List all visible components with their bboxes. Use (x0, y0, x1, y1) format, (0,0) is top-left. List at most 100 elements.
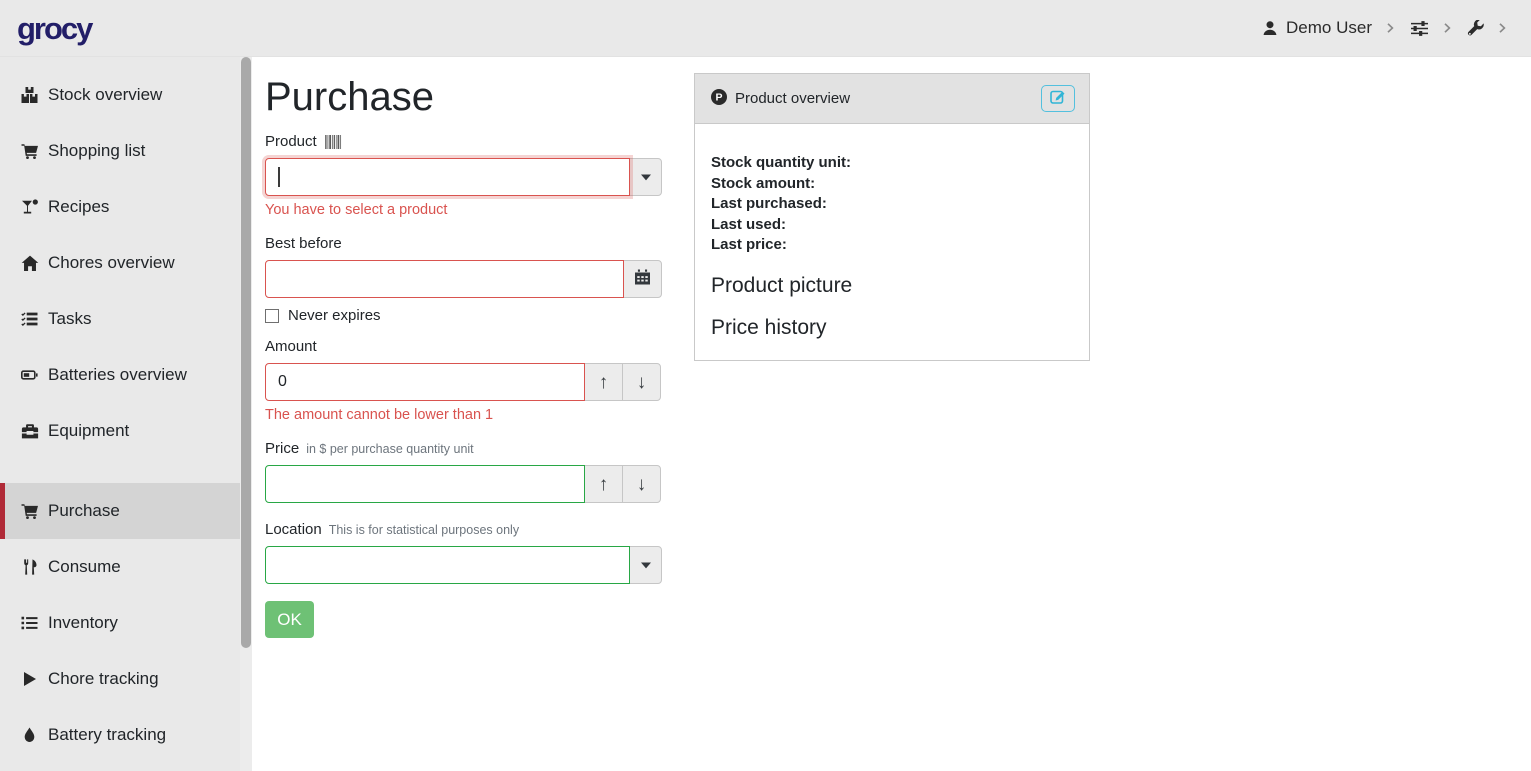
product-dropdown-button[interactable] (629, 158, 662, 196)
sliders-icon (1410, 20, 1429, 37)
admin-menu[interactable] (1467, 20, 1484, 37)
user-menu[interactable]: Demo User (1262, 18, 1372, 38)
sidebar-item-chores-overview[interactable]: Chores overview (0, 235, 252, 291)
caret-down-icon (641, 556, 651, 574)
edit-icon (1050, 88, 1066, 109)
overview-field: Last used: (711, 215, 1073, 236)
main-content: Purchase Product You (252, 57, 1531, 771)
utensils-icon (20, 559, 39, 576)
chevron-right-icon (1497, 21, 1509, 35)
amount-label: Amount (265, 338, 317, 355)
sidebar-item-inventory[interactable]: Inventory (0, 595, 252, 651)
arrow-up-icon: ↑ (599, 475, 609, 494)
overview-section-title: Product picture (711, 274, 1073, 298)
best-before-group: Best before Never expires (265, 235, 663, 324)
app-logo[interactable]: grocy (17, 13, 91, 44)
overview-field: Last purchased: (711, 194, 1073, 215)
price-group: Price in $ per purchase quantity unit ↑ … (265, 440, 663, 503)
list-icon (20, 615, 39, 632)
top-bar-right: Demo User (1262, 18, 1509, 38)
product-overview-card: P Product overview Stock quantity unit:S… (694, 73, 1090, 361)
sidebar-item-label: Battery tracking (48, 725, 166, 745)
best-before-input[interactable] (265, 260, 624, 298)
sidebar-item-battery-tracking[interactable]: Battery tracking (0, 707, 252, 763)
sidebar-item-stock-overview[interactable]: Stock overview (0, 67, 252, 123)
amount-error: The amount cannot be lower than 1 (265, 407, 663, 423)
price-label: Price (265, 440, 299, 457)
never-expires-label: Never expires (288, 307, 381, 324)
amount-decrement-button[interactable]: ↓ (622, 363, 661, 401)
ok-button[interactable]: OK (265, 601, 314, 638)
calendar-icon (635, 269, 650, 290)
sidebar-scrollbar-thumb[interactable] (241, 57, 251, 648)
user-icon (1262, 20, 1278, 36)
calendar-button[interactable] (623, 260, 662, 298)
sidebar-item-label: Batteries overview (48, 365, 187, 385)
top-bar: grocy Demo User (0, 0, 1531, 57)
arrow-down-icon: ↓ (637, 475, 647, 494)
never-expires-checkbox[interactable] (265, 309, 279, 323)
droplet-icon (20, 727, 39, 744)
sidebar-item-consume[interactable]: Consume (0, 539, 252, 595)
play-icon (20, 671, 39, 688)
sidebar-item-recipes[interactable]: Recipes (0, 179, 252, 235)
arrow-up-icon: ↑ (599, 373, 609, 392)
sidebar-item-label: Stock overview (48, 85, 162, 105)
amount-input[interactable] (265, 363, 585, 401)
settings-menu[interactable] (1410, 20, 1429, 37)
overview-field: Stock quantity unit: (711, 153, 1073, 174)
battery-icon (20, 367, 39, 384)
sidebar: Stock overview Shopping list RecipesChores… (0, 57, 252, 771)
sidebar-item-tasks[interactable]: Tasks (0, 291, 252, 347)
tasks-icon (20, 311, 39, 328)
product-group: Product You have to select a product (265, 133, 663, 218)
sidebar-item-label: Inventory (48, 613, 118, 633)
sidebar-scrollbar-track[interactable] (240, 57, 252, 771)
location-label: Location (265, 521, 322, 538)
cocktail-icon (20, 199, 39, 216)
sidebar-item-label: Purchase (48, 501, 120, 521)
product-overview-title: Product overview (735, 90, 850, 107)
toolbox-icon (20, 423, 39, 440)
product-overview-header: P Product overview (695, 74, 1089, 124)
overview-field: Stock amount: (711, 174, 1073, 195)
sidebar-item-label: Tasks (48, 309, 91, 329)
edit-product-button[interactable] (1041, 85, 1075, 112)
wrench-icon (1467, 20, 1484, 37)
price-increment-button[interactable]: ↑ (584, 465, 623, 503)
chevron-right-icon (1385, 21, 1397, 35)
product-input[interactable] (265, 158, 630, 196)
chevron-right-icon (1442, 21, 1454, 35)
price-hint: in $ per purchase quantity unit (306, 442, 473, 456)
sidebar-item-label: Chore tracking (48, 669, 159, 689)
location-group: Location This is for statistical purpose… (265, 521, 663, 584)
sidebar-item-label: Consume (48, 557, 121, 577)
never-expires-row: Never expires (265, 307, 663, 324)
price-decrement-button[interactable]: ↓ (622, 465, 661, 503)
arrow-down-icon: ↓ (637, 373, 647, 392)
location-input[interactable] (265, 546, 630, 584)
price-input[interactable] (265, 465, 585, 503)
boxes-icon (20, 87, 39, 104)
home-icon (20, 255, 39, 272)
overview-sections: Product picture Price history (711, 274, 1073, 340)
location-hint: This is for statistical purposes only (329, 523, 519, 537)
sidebar-item-shopping-list[interactable]: Shopping list (0, 123, 252, 179)
sidebar-item-label: Shopping list (48, 141, 145, 161)
overview-fields: Stock quantity unit:Stock amount:Last pu… (711, 153, 1073, 256)
best-before-label: Best before (265, 235, 342, 252)
sidebar-item-purchase[interactable]: Purchase (0, 483, 252, 539)
sidebar-item-label: Equipment (48, 421, 129, 441)
svg-text:P: P (715, 91, 722, 103)
overview-section-title: Price history (711, 316, 1073, 340)
sidebar-item-equipment[interactable]: Equipment (0, 403, 252, 459)
sidebar-nav: Stock overview Shopping list RecipesChores… (0, 57, 252, 763)
location-dropdown-button[interactable] (629, 546, 662, 584)
barcode-icon (324, 135, 345, 149)
cart-icon (20, 143, 39, 160)
product-overview-body: Stock quantity unit:Stock amount:Last pu… (695, 124, 1089, 340)
sidebar-item-chore-tracking[interactable]: Chore tracking (0, 651, 252, 707)
caret-down-icon (641, 168, 651, 186)
amount-increment-button[interactable]: ↑ (584, 363, 623, 401)
sidebar-item-batteries-overview[interactable]: Batteries overview (0, 347, 252, 403)
